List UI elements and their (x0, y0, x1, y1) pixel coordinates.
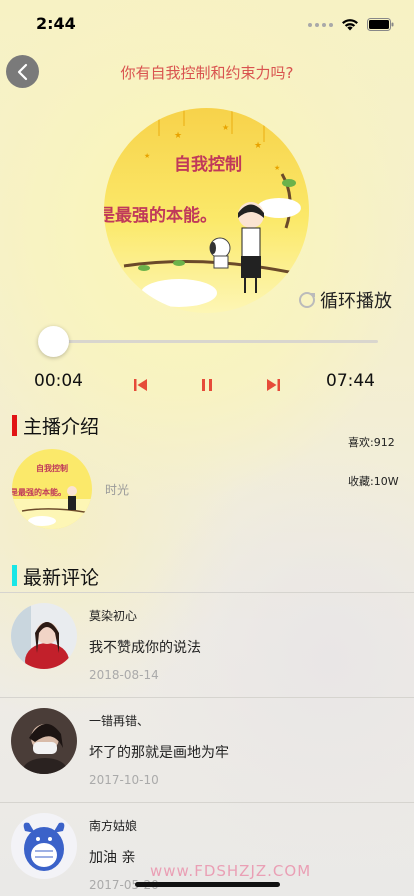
comments-section-title: 最新评论 (23, 567, 100, 589)
loop-mode-button[interactable]: 循环播放 (298, 287, 392, 313)
status-time: 2:44 (36, 14, 76, 33)
home-indicator[interactable] (135, 882, 280, 887)
wifi-icon (342, 19, 358, 31)
divider (0, 802, 414, 803)
album-cover: ★ ★ ★ ★ ★ 自我控制 是最强的本能。 (104, 108, 309, 313)
anchor-cover-text-1: 自我控制 (36, 463, 68, 473)
cover-text-2: 是最强的本能。 (104, 205, 217, 226)
page-title: 你有自我控制和约束力吗? (120, 64, 294, 82)
comment-user: 莫染初心 (89, 609, 138, 623)
comment-user: 南方姑娘 (89, 819, 138, 833)
anchor-section-bar (12, 415, 17, 436)
comment-text: 加油 亲 (89, 850, 136, 866)
comment-user: 一错再错、 (89, 714, 150, 728)
divider (0, 592, 414, 593)
total-time: 07:44 (326, 371, 375, 391)
svg-text:★: ★ (254, 141, 262, 151)
likes-count: 喜欢:912 (348, 436, 395, 449)
svg-text:★: ★ (144, 152, 150, 160)
current-time: 00:04 (34, 371, 83, 391)
loop-label: 循环播放 (320, 291, 392, 312)
anchor-cover-text-2: 是最强的本能。 (12, 487, 66, 497)
pause-icon[interactable] (198, 376, 216, 394)
anchor-section-title: 主播介绍 (23, 416, 100, 438)
previous-icon[interactable] (132, 376, 150, 394)
comment-avatar[interactable] (11, 813, 77, 879)
comments-section-bar (12, 565, 17, 586)
comment-avatar[interactable] (11, 603, 77, 669)
anchor-avatar[interactable]: 自我控制 是最强的本能。 (12, 449, 92, 529)
progress-thumb[interactable] (38, 326, 69, 357)
next-icon[interactable] (264, 376, 282, 394)
svg-text:★: ★ (174, 131, 182, 141)
svg-text:★: ★ (222, 123, 229, 132)
svg-text:★: ★ (274, 164, 280, 172)
repeat-icon (299, 292, 315, 308)
favorites-count: 收藏:10W (348, 475, 399, 488)
comment-text: 我不赞成你的说法 (89, 640, 201, 656)
watermark: www.FDSHZJZ.COM (150, 862, 312, 880)
comment-date: 2017-10-10 (89, 773, 159, 787)
comment-date: 2018-08-14 (89, 668, 159, 682)
signal-dots-icon (308, 22, 333, 27)
cover-text-1: 自我控制 (174, 154, 242, 175)
comment-text: 坏了的那就是画地为牢 (89, 745, 229, 761)
comment-avatar[interactable] (11, 708, 77, 774)
anchor-name: 时光 (105, 483, 130, 497)
battery-icon (367, 18, 394, 31)
status-icons (308, 18, 394, 31)
progress-track[interactable] (38, 340, 378, 343)
divider (0, 697, 414, 698)
